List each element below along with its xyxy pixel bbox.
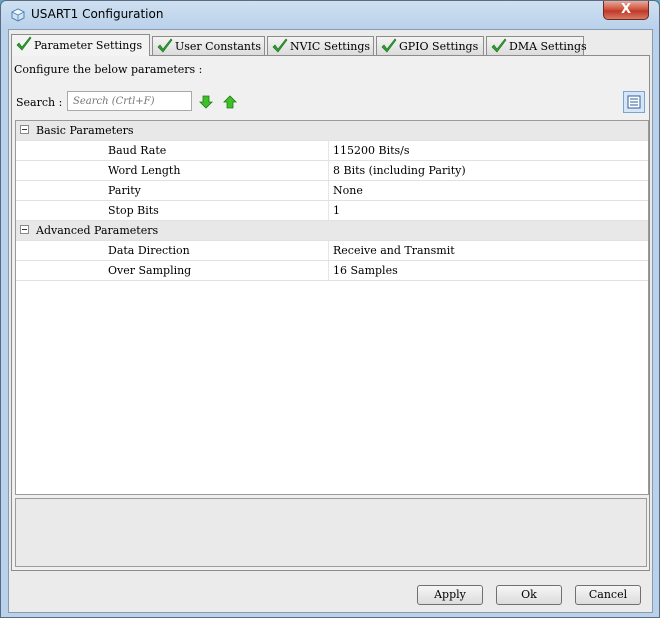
param-value[interactable]: 16 Samples xyxy=(333,264,398,277)
close-button[interactable]: X xyxy=(603,1,649,20)
parameter-settings-panel: Configure the below parameters : Search … xyxy=(11,55,650,571)
param-name: Baud Rate xyxy=(108,144,167,157)
search-input[interactable] xyxy=(67,91,192,111)
group-advanced-parameters[interactable]: Advanced Parameters xyxy=(16,221,648,241)
ok-button[interactable]: Ok xyxy=(496,585,562,605)
dialog-client-area: Parameter Settings User Constants NVIC S… xyxy=(8,29,653,613)
column-divider xyxy=(328,201,329,220)
param-value[interactable]: None xyxy=(333,184,363,197)
arrow-up-icon[interactable] xyxy=(223,95,237,109)
collapse-icon[interactable] xyxy=(20,125,29,134)
parameter-table: Basic Parameters Baud Rate 115200 Bits/s… xyxy=(15,120,649,495)
param-value[interactable]: 1 xyxy=(333,204,340,217)
param-name: Word Length xyxy=(108,164,181,177)
close-icon: X xyxy=(620,2,632,17)
tab-gpio-settings[interactable]: GPIO Settings xyxy=(376,36,484,55)
tab-label: GPIO Settings xyxy=(399,40,479,53)
tab-dma-settings[interactable]: DMA Settings xyxy=(486,36,587,55)
checkmark-icon xyxy=(491,38,507,53)
param-row-baud-rate[interactable]: Baud Rate 115200 Bits/s xyxy=(16,141,648,161)
param-name: Data Direction xyxy=(108,244,190,257)
group-label: Basic Parameters xyxy=(36,124,134,137)
column-divider xyxy=(328,141,329,160)
checkmark-icon xyxy=(272,38,288,53)
param-value[interactable]: Receive and Transmit xyxy=(333,244,455,257)
apply-button[interactable]: Apply xyxy=(417,585,483,605)
column-divider xyxy=(328,241,329,260)
column-divider xyxy=(328,181,329,200)
tab-user-constants[interactable]: User Constants xyxy=(152,36,265,55)
app-cube-icon xyxy=(11,8,25,22)
dialog-window: USART1 Configuration X Parameter Setting… xyxy=(0,0,660,618)
column-divider xyxy=(328,261,329,280)
param-name: Parity xyxy=(108,184,141,197)
param-row-word-length[interactable]: Word Length 8 Bits (including Parity) xyxy=(16,161,648,181)
collapse-icon[interactable] xyxy=(20,225,29,234)
list-view-button[interactable] xyxy=(623,91,645,113)
tab-label: Parameter Settings xyxy=(34,39,143,52)
param-value[interactable]: 8 Bits (including Parity) xyxy=(333,164,466,177)
arrow-down-icon[interactable] xyxy=(199,95,213,109)
cancel-button[interactable]: Cancel xyxy=(575,585,641,605)
param-name: Over Sampling xyxy=(108,264,192,277)
column-divider xyxy=(328,161,329,180)
configure-label: Configure the below parameters : xyxy=(14,63,203,76)
tab-label: NVIC Settings xyxy=(290,40,371,53)
tab-parameter-settings[interactable]: Parameter Settings xyxy=(11,34,150,56)
checkmark-icon xyxy=(381,38,397,53)
group-basic-parameters[interactable]: Basic Parameters xyxy=(16,121,648,141)
checkmark-icon xyxy=(157,38,173,53)
param-row-data-direction[interactable]: Data Direction Receive and Transmit xyxy=(16,241,648,261)
description-area xyxy=(15,498,647,567)
param-row-over-sampling[interactable]: Over Sampling 16 Samples xyxy=(16,261,648,281)
title-bar[interactable]: USART1 Configuration X xyxy=(1,1,659,29)
tab-label: User Constants xyxy=(175,40,262,53)
window-title: USART1 Configuration xyxy=(31,7,164,21)
search-label: Search : xyxy=(16,96,63,109)
tab-nvic-settings[interactable]: NVIC Settings xyxy=(267,36,374,55)
group-label: Advanced Parameters xyxy=(36,224,159,237)
param-value[interactable]: 115200 Bits/s xyxy=(333,144,410,157)
tab-label: DMA Settings xyxy=(509,40,587,53)
param-row-parity[interactable]: Parity None xyxy=(16,181,648,201)
checkmark-icon xyxy=(16,36,32,51)
param-name: Stop Bits xyxy=(108,204,159,217)
param-row-stop-bits[interactable]: Stop Bits 1 xyxy=(16,201,648,221)
list-view-icon xyxy=(627,95,641,109)
